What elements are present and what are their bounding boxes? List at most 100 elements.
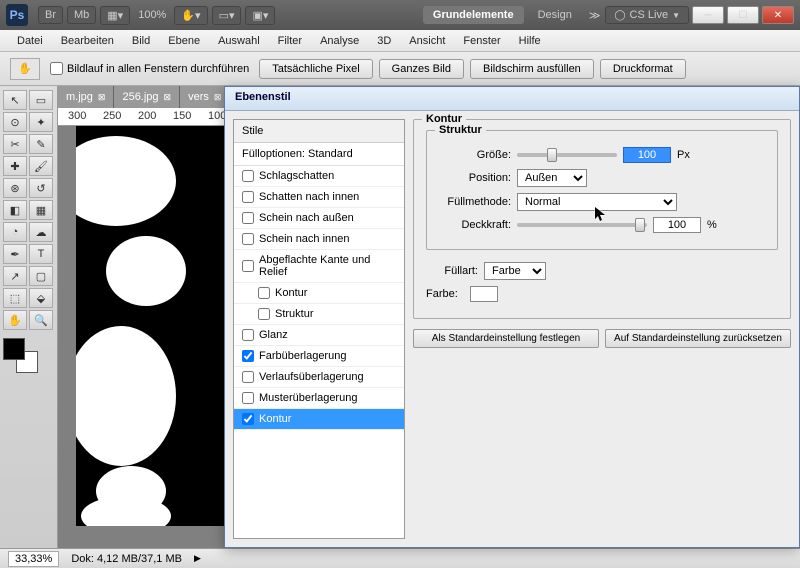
close-icon[interactable]: ⊠ [214, 92, 222, 103]
3d-tool[interactable]: ⬚ [3, 288, 27, 308]
zoom-tool[interactable]: 🔍 [29, 310, 53, 330]
minimize-button[interactable]: ─ [692, 6, 724, 24]
menu-bearbeiten[interactable]: Bearbeiten [52, 35, 123, 47]
menu-hilfe[interactable]: Hilfe [510, 35, 550, 47]
more-icon[interactable]: ≫ [589, 9, 601, 22]
doc-tab[interactable]: vers⊠ [180, 86, 230, 108]
style-item[interactable]: Verlaufsüberlagerung [234, 367, 404, 388]
doc-tab[interactable]: m.jpg⊠ [58, 86, 114, 108]
style-item[interactable]: Farbüberlagerung [234, 346, 404, 367]
hand-tb[interactable]: ✋▾ [174, 6, 207, 25]
current-tool[interactable]: ✋ [10, 58, 40, 80]
style-item[interactable]: Glanz [234, 325, 404, 346]
screen-tb[interactable]: ▣▾ [245, 6, 275, 25]
lasso-tool[interactable]: ⊙ [3, 112, 27, 132]
history-tool[interactable]: ↺ [29, 178, 53, 198]
move-tool[interactable]: ↖ [3, 90, 27, 110]
dodge-tool[interactable]: ☁ [29, 222, 53, 242]
style-checkbox[interactable] [242, 260, 254, 272]
menu-ebene[interactable]: Ebene [159, 35, 209, 47]
doc-tab[interactable]: 256.jpg⊠ [114, 86, 180, 108]
close-icon[interactable]: ⊠ [98, 92, 106, 103]
shape-tool[interactable]: ▢ [29, 266, 53, 286]
close-icon[interactable]: ⊠ [164, 92, 172, 103]
color-swatches[interactable] [3, 338, 43, 373]
style-item[interactable]: Schatten nach innen [234, 187, 404, 208]
path-tool[interactable]: ↗ [3, 266, 27, 286]
size-input[interactable] [623, 147, 671, 163]
opt-button[interactable]: Druckformat [600, 59, 686, 79]
dialog-title: Ebenenstil [225, 87, 799, 111]
menu-filter[interactable]: Filter [269, 35, 311, 47]
scroll-all-checkbox[interactable]: Bildlauf in allen Fenstern durchführen [50, 62, 249, 75]
pen-tool[interactable]: ✒ [3, 244, 27, 264]
br-button[interactable]: Br [38, 6, 63, 24]
style-checkbox[interactable] [242, 233, 254, 245]
style-checkbox[interactable] [258, 287, 270, 299]
brush-tool[interactable]: 🖌 [29, 156, 53, 176]
maximize-button[interactable]: ☐ [727, 6, 759, 24]
style-checkbox[interactable] [242, 329, 254, 341]
opacity-slider[interactable] [517, 223, 647, 227]
menu-analyse[interactable]: Analyse [311, 35, 368, 47]
position-select[interactable]: Außen [517, 169, 587, 187]
style-checkbox[interactable] [242, 191, 254, 203]
stamp-tool[interactable]: ⊛ [3, 178, 27, 198]
style-item[interactable]: Kontur [234, 409, 404, 430]
style-item[interactable]: Musterüberlagerung [234, 388, 404, 409]
style-item[interactable]: Abgeflachte Kante und Relief [234, 250, 404, 283]
cslive-button[interactable]: ◯CS Live▼ [605, 6, 689, 24]
eraser-tool[interactable]: ◧ [3, 200, 27, 220]
blend-select[interactable]: Normal [517, 193, 677, 211]
menu-ansicht[interactable]: Ansicht [400, 35, 454, 47]
menu-bild[interactable]: Bild [123, 35, 159, 47]
heal-tool[interactable]: ✚ [3, 156, 27, 176]
cam-tool[interactable]: ⬙ [29, 288, 53, 308]
style-checkbox[interactable] [242, 371, 254, 383]
toolbox: ↖▭ ⊙✦ ✂✎ ✚🖌 ⊛↺ ◧▦ ◔☁ ✒T ↗▢ ⬚⬙ ✋🔍 [0, 86, 58, 548]
hand-tool[interactable]: ✋ [3, 310, 27, 330]
fill-type-select[interactable]: Farbe [484, 262, 546, 280]
type-tool[interactable]: T [29, 244, 53, 264]
style-item[interactable]: Struktur [234, 304, 404, 325]
zoom-indicator[interactable]: 100% [138, 9, 166, 21]
view-tb[interactable]: ▭▾ [212, 6, 242, 25]
style-checkbox[interactable] [242, 212, 254, 224]
opt-button[interactable]: Tatsächliche Pixel [259, 59, 372, 79]
crop-tool[interactable]: ✂ [3, 134, 27, 154]
reset-default-button[interactable]: Auf Standardeinstellung zurücksetzen [605, 329, 791, 348]
menu-fenster[interactable]: Fenster [454, 35, 509, 47]
workspace-design[interactable]: Design [528, 6, 582, 24]
tb-icon[interactable]: ▦▾ [100, 6, 130, 25]
style-checkbox[interactable] [242, 170, 254, 182]
size-slider[interactable] [517, 153, 617, 157]
styles-list: Stile Fülloptionen: Standard Schlagschat… [233, 119, 405, 539]
eyedrop-tool[interactable]: ✎ [29, 134, 53, 154]
wand-tool[interactable]: ✦ [29, 112, 53, 132]
color-swatch[interactable] [470, 286, 498, 302]
style-item[interactable]: Schlagschatten [234, 166, 404, 187]
opt-button[interactable]: Ganzes Bild [379, 59, 464, 79]
style-checkbox[interactable] [242, 350, 254, 362]
blur-tool[interactable]: ◔ [3, 222, 27, 242]
menu-3d[interactable]: 3D [368, 35, 400, 47]
status-zoom[interactable]: 33,33% [8, 551, 59, 567]
style-checkbox[interactable] [242, 413, 254, 425]
style-checkbox[interactable] [258, 308, 270, 320]
fill-options[interactable]: Fülloptionen: Standard [234, 143, 404, 166]
close-button[interactable]: ✕ [762, 6, 794, 24]
opt-button[interactable]: Bildschirm ausfüllen [470, 59, 594, 79]
workspace-active[interactable]: Grundelemente [423, 6, 524, 24]
style-item[interactable]: Kontur [234, 283, 404, 304]
style-checkbox[interactable] [242, 392, 254, 404]
style-item[interactable]: Schein nach innen [234, 229, 404, 250]
set-default-button[interactable]: Als Standardeinstellung festlegen [413, 329, 599, 348]
marquee-tool[interactable]: ▭ [29, 90, 53, 110]
gradient-tool[interactable]: ▦ [29, 200, 53, 220]
mb-button[interactable]: Mb [67, 6, 96, 24]
opacity-input[interactable] [653, 217, 701, 233]
style-item[interactable]: Schein nach außen [234, 208, 404, 229]
menu-auswahl[interactable]: Auswahl [209, 35, 269, 47]
menu-datei[interactable]: Datei [8, 35, 52, 47]
styles-header[interactable]: Stile [234, 120, 404, 143]
